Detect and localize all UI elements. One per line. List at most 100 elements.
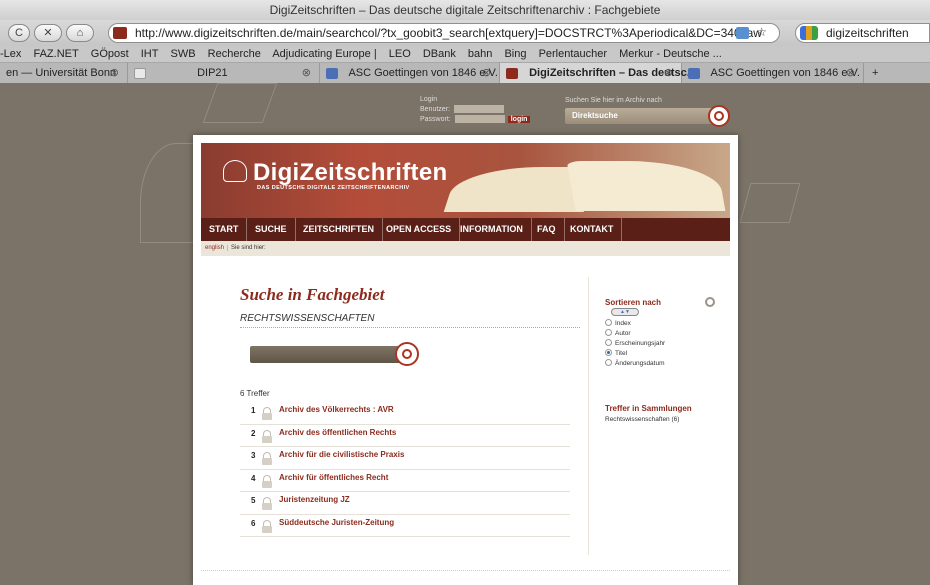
- background-sketch: [202, 83, 278, 123]
- rss-icon[interactable]: [736, 27, 749, 39]
- address-bar[interactable]: http://www.digizeitschriften.de/main/sea…: [108, 23, 780, 43]
- site-logo[interactable]: DigiZeitschriften DAS DEUTSCHE DIGITALE …: [223, 159, 447, 191]
- breadcrumb: english Sie sind hier:: [201, 241, 730, 256]
- language-switch-link[interactable]: english: [205, 245, 229, 251]
- page-title: Suche in Fachgebiet: [240, 285, 385, 304]
- radio-button[interactable]: [605, 319, 612, 326]
- footer-divider: [201, 570, 730, 571]
- tab-digizeitschriften[interactable]: DigiZeitschriften – Das deutsc... ⊗: [500, 63, 696, 83]
- sort-option-modified[interactable]: Änderungsdatum: [605, 359, 665, 369]
- bookmark-item[interactable]: DBank: [423, 48, 456, 60]
- list-item: 1 Archiv des Völkerrechts : AVR: [240, 402, 570, 425]
- bookmark-item[interactable]: Bing: [504, 48, 526, 60]
- nav-suche[interactable]: SUCHE: [247, 218, 296, 241]
- direct-search-input[interactable]: Direktsuche: [565, 108, 715, 124]
- result-link[interactable]: Archiv für die civilistische Praxis: [279, 450, 404, 459]
- password-input[interactable]: [454, 115, 505, 123]
- browser-search-field[interactable]: digizeitschriften: [795, 23, 930, 43]
- result-link[interactable]: Archiv des öffentlichen Rechts: [279, 428, 396, 437]
- bookmark-item[interactable]: Adjudicating Europe |: [272, 48, 376, 60]
- sort-option-label: Erscheinungsjahr: [615, 340, 666, 347]
- nav-information[interactable]: INFORMATION: [452, 218, 532, 241]
- bookmark-item[interactable]: FAZ.NET: [33, 48, 78, 60]
- tab-bar: en — Universität Bonn ⊗ DIP21 ⊗ ASC Goet…: [0, 63, 930, 83]
- tab-dip21[interactable]: DIP21 ⊗: [128, 63, 320, 83]
- list-item: 3 Archiv für die civilistische Praxis: [240, 447, 570, 470]
- sort-option-label: Titel: [615, 350, 628, 357]
- close-tab-icon[interactable]: ⊗: [110, 63, 119, 83]
- radio-button[interactable]: [605, 359, 612, 366]
- bookmark-star-icon[interactable]: ☆: [756, 25, 767, 39]
- nav-zeitschriften[interactable]: ZEITSCHRIFTEN: [295, 218, 383, 241]
- result-number: 6: [251, 518, 256, 528]
- bookmark-item[interactable]: Merkur - Deutsche ...: [619, 48, 722, 60]
- list-item: 5 Juristenzeitung JZ: [240, 492, 570, 515]
- radio-button[interactable]: [605, 329, 612, 336]
- radio-button[interactable]: [605, 339, 612, 346]
- sort-option-author[interactable]: Autor: [605, 329, 665, 339]
- search-button[interactable]: [395, 342, 419, 366]
- result-number: 5: [251, 496, 256, 505]
- search-icon[interactable]: [705, 297, 715, 307]
- hit-count: 6 Treffer: [240, 389, 270, 398]
- sort-option-label: Autor: [615, 330, 631, 337]
- close-tab-icon[interactable]: ⊗: [846, 63, 855, 83]
- nav-faq[interactable]: FAQ: [529, 218, 565, 241]
- background-sketch: [739, 183, 801, 223]
- new-tab-button[interactable]: +: [866, 63, 888, 83]
- login-button[interactable]: login: [507, 115, 531, 123]
- search-input[interactable]: [250, 346, 410, 363]
- bookmark-item[interactable]: Recherche: [208, 48, 261, 60]
- search-engine-icon[interactable]: [800, 26, 818, 40]
- bookmark-item[interactable]: IHT: [141, 48, 159, 60]
- sort-option-year[interactable]: Erscheinungsjahr: [605, 339, 665, 349]
- bookmark-item[interactable]: -Lex: [0, 48, 21, 60]
- close-tab-icon[interactable]: ⊗: [664, 63, 673, 83]
- breadcrumb-label: Sie sind hier:: [231, 245, 266, 251]
- stop-button[interactable]: ✕: [34, 24, 62, 42]
- username-label: Benutzer:: [420, 105, 450, 113]
- sort-sidebar: Sortieren nach ▲▼ Index Autor Erscheinun…: [588, 277, 733, 555]
- list-item: 6 Süddeutsche Juristen-Zeitung: [240, 515, 570, 537]
- book-illustration: [441, 157, 730, 217]
- nav-start[interactable]: START: [201, 218, 248, 241]
- sort-option-index[interactable]: Index: [605, 319, 665, 329]
- logo-icon: [223, 160, 247, 182]
- nav-kontakt[interactable]: KONTAKT: [562, 218, 623, 241]
- username-input[interactable]: [453, 105, 504, 113]
- result-link[interactable]: Süddeutsche Juristen-Zeitung: [279, 518, 394, 527]
- tab-label: ASC Goettingen von 1846 e.V.: [710, 67, 860, 79]
- bookmark-item[interactable]: GÖpost: [91, 48, 129, 60]
- sort-option-title[interactable]: Titel: [605, 349, 665, 359]
- list-item: 2 Archiv des öffentlichen Rechts: [240, 425, 570, 447]
- nav-open-access[interactable]: OPEN ACCESS: [378, 218, 461, 241]
- close-tab-icon[interactable]: ⊗: [482, 63, 491, 83]
- bookmarks-bar: -Lex FAZ.NET GÖpost IHT SWB Recherche Ad…: [0, 46, 930, 63]
- result-link[interactable]: Archiv für öffentliches Recht: [279, 473, 388, 482]
- sort-heading: Sortieren nach: [605, 298, 662, 307]
- tab-uni-bonn[interactable]: en — Universität Bonn ⊗: [0, 63, 128, 83]
- tab-label: en — Universität Bonn: [6, 67, 117, 79]
- bookmark-item[interactable]: Perlentaucher: [539, 48, 608, 60]
- close-tab-icon[interactable]: ⊗: [302, 63, 311, 83]
- site-icon: [688, 67, 700, 79]
- bookmark-item[interactable]: bahn: [468, 48, 492, 60]
- lock-icon: [262, 474, 272, 488]
- result-link[interactable]: Juristenzeitung JZ: [279, 495, 350, 504]
- collections-link[interactable]: Rechtswissenschaften (6): [605, 416, 679, 423]
- reload-button[interactable]: C: [8, 24, 30, 42]
- password-label: Passwort:: [420, 115, 451, 123]
- tab-asc-goettingen[interactable]: ASC Goettingen von 1846 e.V. ⊗: [320, 63, 500, 83]
- site-icon: [326, 67, 338, 79]
- radio-button-selected[interactable]: [605, 349, 612, 356]
- sort-direction-toggle[interactable]: ▲▼: [611, 308, 639, 316]
- tab-asc-goettingen-2[interactable]: ASC Goettingen von 1846 e.V. ⊗: [682, 63, 864, 83]
- window-title: DigiZeitschriften – Das deutsche digital…: [0, 0, 930, 20]
- result-link[interactable]: Archiv des Völkerrechts : AVR: [279, 405, 394, 414]
- bookmark-item[interactable]: LEO: [389, 48, 411, 60]
- bookmark-item[interactable]: SWB: [171, 48, 196, 60]
- lock-icon: [262, 407, 272, 420]
- page-icon: [134, 67, 146, 79]
- home-button[interactable]: ⌂: [66, 24, 94, 42]
- direct-search-button[interactable]: [708, 105, 730, 127]
